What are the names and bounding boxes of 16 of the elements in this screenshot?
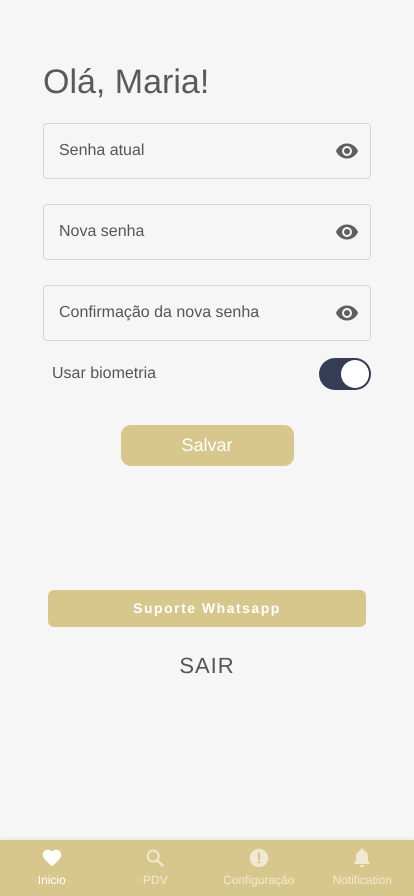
support-button[interactable]: Suporte Whatsapp [48, 590, 366, 628]
save-button[interactable]: Salvar [120, 425, 294, 466]
biometrics-toggle[interactable] [319, 358, 371, 390]
biometrics-label: Usar biometria [52, 364, 156, 384]
nav-tab[interactable]: Notification [310, 840, 414, 896]
nav-tab[interactable]: Configuração [207, 840, 310, 896]
nav-tab[interactable]: Inicio [0, 840, 104, 896]
heart-icon [40, 847, 63, 869]
greeting-heading: Olá, Maria! [43, 64, 210, 102]
password-field[interactable]: Confirmação da nova senha [43, 285, 371, 342]
search-icon [144, 847, 166, 869]
alert-icon [248, 847, 270, 869]
password-field[interactable]: Senha atual [43, 123, 371, 180]
nav-tab[interactable]: PDV [104, 840, 207, 896]
password-field[interactable]: Nova senha [43, 204, 371, 260]
logout-link[interactable]: SAIR [179, 649, 235, 682]
